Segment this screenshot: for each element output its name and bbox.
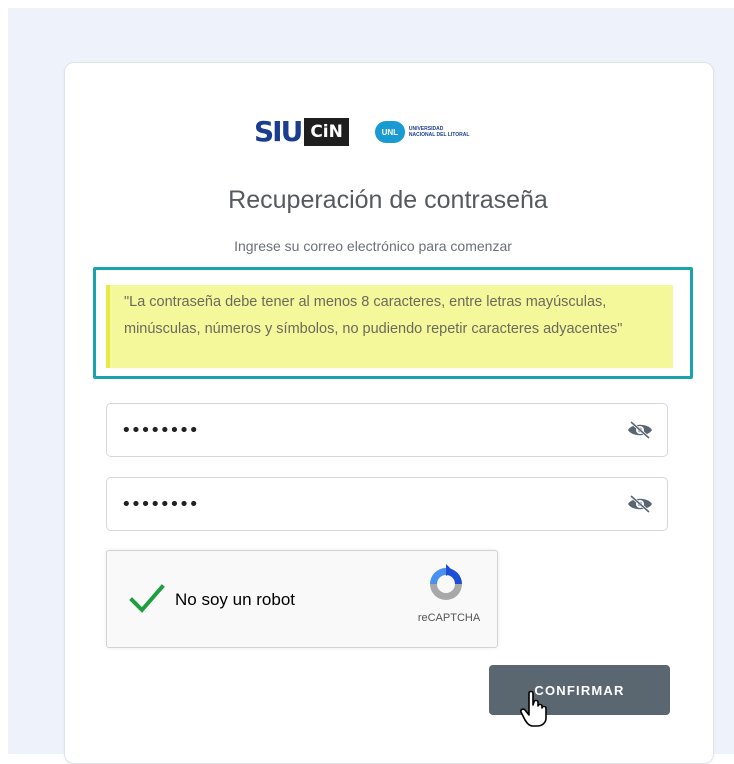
page-subtitle: Ingrese su correo electrónico para comen…	[234, 238, 512, 254]
cin-logo: CiN	[304, 118, 349, 146]
unl-name: UNIVERSIDAD NACIONAL DEL LITORAL	[408, 126, 470, 138]
recaptcha-widget[interactable]: No soy un robot reCAPTCHA	[106, 550, 498, 648]
unl-badge: UNL	[374, 121, 405, 143]
captcha-label: No soy un robot	[175, 590, 296, 609]
confirm-password-field[interactable]	[106, 477, 668, 531]
eye-slash-icon[interactable]	[627, 494, 653, 514]
page-title: Recuperación de contraseña	[228, 186, 548, 214]
new-password-field[interactable]	[106, 403, 668, 457]
checkmark-icon[interactable]	[129, 583, 165, 615]
recaptcha-logo-icon	[430, 564, 462, 600]
password-rules-notice: "La contraseña debe tener al menos 8 car…	[106, 285, 673, 368]
confirm-button[interactable]: CONFIRMAR	[489, 665, 670, 715]
siu-logo: SIU	[254, 115, 303, 148]
logo-bar: SIU CiN UNL UNIVERSIDAD NACIONAL DEL LIT…	[254, 117, 479, 147]
new-password-input[interactable]	[121, 404, 601, 456]
confirm-password-input[interactable]	[121, 478, 601, 530]
hand-pointer-cursor-icon	[520, 690, 547, 727]
eye-slash-icon[interactable]	[627, 420, 653, 440]
unl-logo: UNL UNIVERSIDAD NACIONAL DEL LITORAL	[374, 121, 479, 143]
recaptcha-brand: reCAPTCHA	[417, 612, 481, 624]
